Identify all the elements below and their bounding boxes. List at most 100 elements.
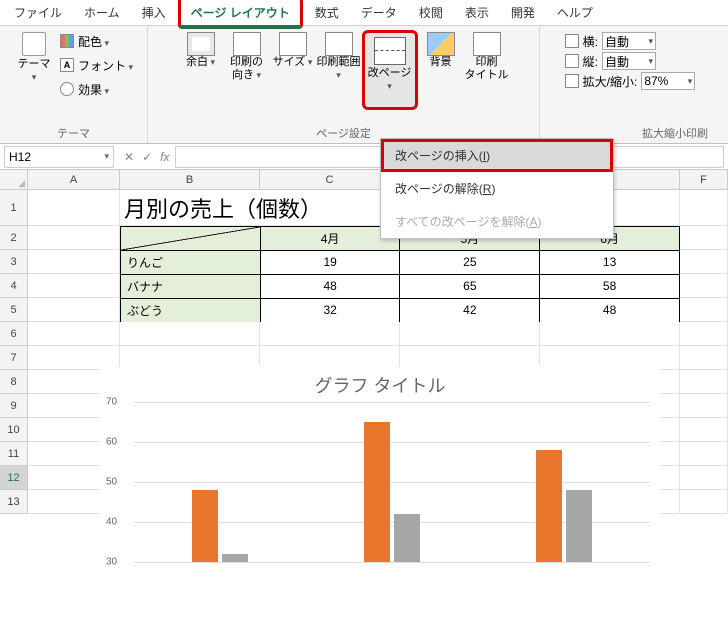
chart[interactable]: グラフ タイトル 3040506070	[100, 366, 660, 566]
cell-F4[interactable]	[680, 274, 728, 298]
themes-icon	[22, 32, 46, 56]
tab-review[interactable]: 校閲	[409, 0, 453, 25]
tab-page-layout[interactable]: ページ レイアウト	[178, 0, 303, 29]
td-item-3[interactable]: ぶどう	[121, 298, 261, 322]
zoom-icon	[565, 74, 579, 88]
colors-button[interactable]: 配色	[60, 30, 133, 52]
cell-A4[interactable]	[28, 274, 120, 298]
print-area-button[interactable]: 印刷範囲	[316, 30, 362, 110]
row-header-13[interactable]: 13	[0, 490, 28, 514]
td-2-1[interactable]: 48	[260, 274, 400, 298]
margins-button[interactable]: 余白	[178, 30, 224, 110]
scale-zoom-input[interactable]: 87%	[641, 72, 695, 90]
print-titles-button[interactable]: 印刷 タイトル	[464, 30, 510, 110]
table-corner[interactable]	[121, 226, 261, 250]
scale-height-value: 自動	[605, 53, 629, 70]
tab-help[interactable]: ヘルプ	[547, 0, 603, 25]
tab-file[interactable]: ファイル	[4, 0, 72, 25]
cell-A2[interactable]	[28, 226, 120, 250]
row-header-9[interactable]: 9	[0, 394, 28, 418]
cell-F2[interactable]	[680, 226, 728, 250]
tab-data[interactable]: データ	[351, 0, 407, 25]
breaks-remove-item[interactable]: 改ページの解除(R)	[381, 172, 613, 205]
cell-F1[interactable]	[680, 190, 728, 226]
row-header-3[interactable]: 3	[0, 250, 28, 274]
fx-icon[interactable]: fx	[160, 150, 169, 164]
group-theme-title: テーマ	[6, 125, 141, 141]
col-header-A[interactable]: A	[28, 170, 120, 189]
row-header-4[interactable]: 4	[0, 274, 28, 298]
row-header-7[interactable]: 7	[0, 346, 28, 370]
td-1-2[interactable]: 25	[400, 250, 540, 274]
print-titles-label: 印刷 タイトル	[465, 56, 509, 81]
row-header-10[interactable]: 10	[0, 418, 28, 442]
orientation-button[interactable]: 印刷の 向き	[224, 30, 270, 110]
cancel-icon[interactable]: ✕	[124, 150, 134, 164]
row-header-2[interactable]: 2	[0, 226, 28, 250]
row-header-12[interactable]: 12	[0, 466, 28, 490]
height-icon	[565, 54, 579, 68]
td-3-3[interactable]: 48	[540, 298, 680, 322]
cell-A3[interactable]	[28, 250, 120, 274]
row-header-8[interactable]: 8	[0, 370, 28, 394]
cell-E6[interactable]	[540, 322, 680, 346]
bar	[536, 450, 562, 562]
cell-F9[interactable]	[680, 394, 728, 418]
scale-height-select[interactable]: 自動	[602, 52, 656, 70]
margins-icon	[187, 32, 215, 56]
cell-F5[interactable]	[680, 298, 728, 322]
tab-dev[interactable]: 開発	[501, 0, 545, 25]
bar	[394, 514, 420, 562]
cell-F6[interactable]	[680, 322, 728, 346]
cell-F3[interactable]	[680, 250, 728, 274]
cell-F10[interactable]	[680, 418, 728, 442]
worksheet: A B C D E F 1 月別の売上（個数） 2 4月 5月	[0, 170, 728, 514]
tab-formulas[interactable]: 数式	[305, 0, 349, 25]
tab-insert[interactable]: 挿入	[132, 0, 176, 25]
cell-A5[interactable]	[28, 298, 120, 322]
cell-F13[interactable]	[680, 490, 728, 514]
col-header-F[interactable]: F	[680, 170, 728, 189]
effects-button[interactable]: 効果	[60, 78, 133, 100]
td-3-1[interactable]: 32	[260, 298, 400, 322]
name-box[interactable]: H12	[4, 146, 114, 168]
enter-icon[interactable]: ✓	[142, 150, 152, 164]
column-headers: A B C D E F	[0, 170, 728, 190]
cell-A6[interactable]	[28, 322, 120, 346]
select-all-corner[interactable]	[0, 170, 28, 189]
breaks-insert-item[interactable]: 改ページの挿入(I)	[381, 139, 613, 172]
col-header-C[interactable]: C	[260, 170, 400, 189]
cell-F11[interactable]	[680, 442, 728, 466]
td-item-2[interactable]: バナナ	[121, 274, 261, 298]
td-2-2[interactable]: 65	[400, 274, 540, 298]
td-3-2[interactable]: 42	[400, 298, 540, 322]
row-header-6[interactable]: 6	[0, 322, 28, 346]
row-header-5[interactable]: 5	[0, 298, 28, 322]
cell-D6[interactable]	[400, 322, 540, 346]
td-item-1[interactable]: りんご	[121, 250, 261, 274]
col-header-B[interactable]: B	[120, 170, 260, 189]
breaks-button[interactable]: 改ページ	[362, 30, 418, 110]
cell-B6[interactable]	[120, 322, 260, 346]
print-area-icon	[325, 32, 353, 56]
td-1-1[interactable]: 19	[260, 250, 400, 274]
cell-C6[interactable]	[260, 322, 400, 346]
th-month-1[interactable]: 4月	[260, 226, 400, 250]
row-header-1[interactable]: 1	[0, 190, 28, 226]
cell-F7[interactable]	[680, 346, 728, 370]
row-header-11[interactable]: 11	[0, 442, 28, 466]
cell-F12[interactable]	[680, 466, 728, 490]
cell-F8[interactable]	[680, 370, 728, 394]
fonts-button[interactable]: A フォント	[60, 54, 133, 76]
td-2-3[interactable]: 58	[540, 274, 680, 298]
tab-home[interactable]: ホーム	[74, 0, 130, 25]
td-1-3[interactable]: 13	[540, 250, 680, 274]
scale-height-label: 縦:	[583, 53, 598, 70]
size-button[interactable]: サイズ	[270, 30, 316, 110]
scale-width-select[interactable]: 自動	[602, 32, 656, 50]
cell-A1[interactable]	[28, 190, 120, 226]
tab-view[interactable]: 表示	[455, 0, 499, 25]
themes-button[interactable]: テーマ	[14, 30, 54, 110]
size-label: サイズ	[273, 56, 313, 69]
background-button[interactable]: 背景	[418, 30, 464, 110]
